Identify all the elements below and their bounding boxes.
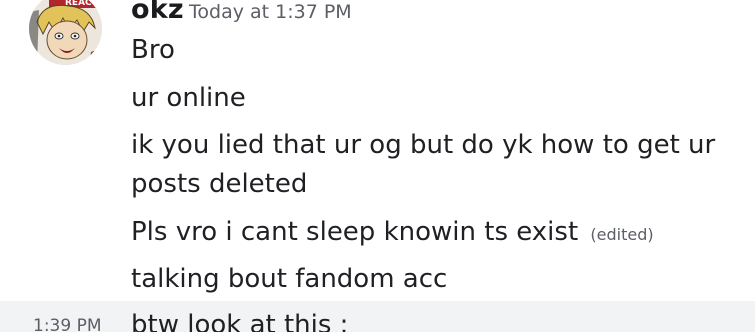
- username[interactable]: okz: [131, 0, 184, 25]
- message-text: ik you lied that ur og but do yk how to …: [131, 130, 716, 160]
- message-text: Bro: [131, 35, 175, 65]
- message-timestamp: Today at 1:37 PM: [189, 1, 352, 23]
- message-text: btw look at this :: [131, 310, 349, 332]
- message-text: Pls vro i cant sleep knowin ts exist: [131, 217, 579, 247]
- hovered-message-row[interactable]: [0, 301, 755, 332]
- hover-timestamp: 1:39 PM: [33, 316, 102, 332]
- user-avatar[interactable]: REAC: [29, 0, 102, 65]
- message-text: posts deleted: [131, 169, 308, 199]
- message-edited: Pls vro i cant sleep knowin ts exist (ed…: [131, 212, 654, 255]
- avatar-image: REAC: [29, 0, 102, 65]
- chat-message-list: REAC okz Today at 1:37 PM Bro ur online …: [0, 0, 755, 332]
- edited-label: (edited): [590, 225, 654, 244]
- message-text: ur online: [131, 83, 246, 113]
- message-text: talking bout fandom acc: [131, 264, 448, 294]
